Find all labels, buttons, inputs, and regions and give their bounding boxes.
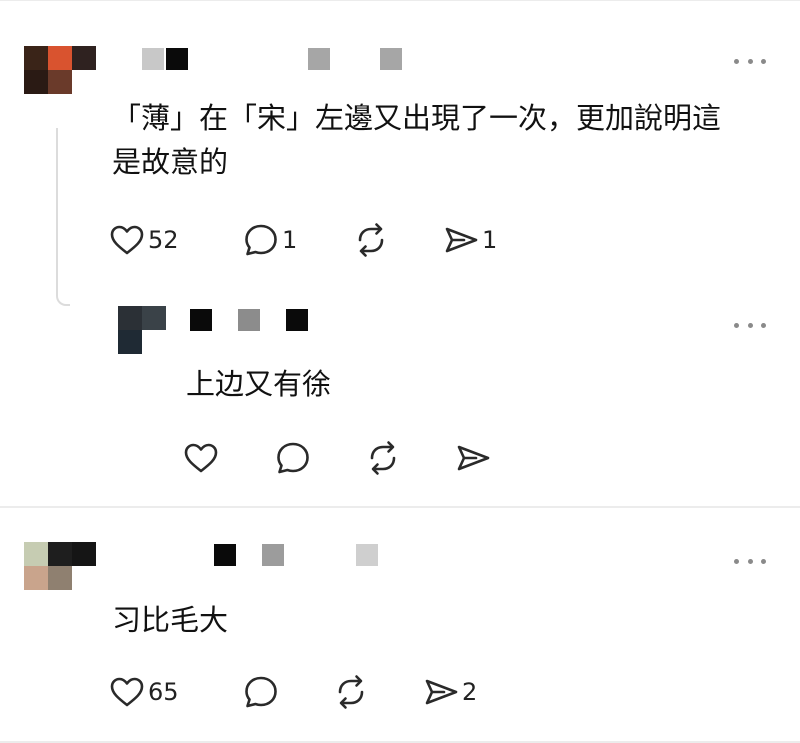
send-icon	[422, 673, 460, 711]
share-button[interactable]: 1	[442, 220, 497, 260]
send-icon	[442, 221, 480, 259]
repost-button[interactable]	[364, 438, 404, 478]
heart-icon	[108, 673, 146, 711]
more-options-button[interactable]	[734, 56, 766, 66]
avatar-pixel	[48, 542, 72, 566]
share-count: 1	[482, 226, 498, 254]
heart-icon	[182, 439, 220, 477]
username-redacted[interactable]	[380, 48, 402, 70]
top-divider	[0, 0, 800, 1]
avatar-pixel	[142, 330, 166, 354]
username-redacted[interactable]	[190, 309, 212, 331]
send-icon	[454, 439, 492, 477]
avatar-pixel	[118, 306, 142, 330]
reply-button[interactable]	[242, 672, 282, 712]
comment-text: 习比毛大	[112, 603, 229, 637]
like-count: 52	[148, 226, 179, 254]
username-redacted[interactable]	[356, 544, 378, 566]
share-button[interactable]: 2	[422, 672, 477, 712]
avatar-pixel	[24, 70, 48, 94]
comment-actions	[182, 438, 522, 478]
comment-text: 上边又有徐	[186, 367, 332, 401]
avatar-pixel	[48, 70, 72, 94]
more-options-button[interactable]	[734, 556, 766, 566]
avatar[interactable]	[24, 542, 96, 590]
comment-bubble-icon	[242, 673, 280, 711]
comment-bubble-icon	[242, 221, 280, 259]
more-dots-icon	[734, 58, 739, 64]
username-redacted[interactable]	[142, 48, 164, 70]
avatar-pixel	[24, 566, 48, 590]
avatar-pixel	[72, 542, 96, 566]
repost-icon	[352, 221, 390, 259]
thread-connector-line	[56, 128, 70, 306]
avatar[interactable]	[118, 306, 166, 354]
repost-button[interactable]	[332, 672, 372, 712]
avatar-pixel	[24, 46, 48, 70]
more-options-button[interactable]	[734, 320, 766, 330]
username-redacted[interactable]	[238, 309, 260, 331]
reply-count: 1	[282, 226, 298, 254]
avatar-pixel	[72, 46, 96, 70]
comment-actions: 65 2	[108, 672, 528, 712]
like-button[interactable]	[182, 438, 222, 478]
like-count: 65	[148, 678, 179, 706]
like-button[interactable]: 65	[108, 672, 179, 712]
avatar-pixel	[118, 330, 142, 354]
avatar-pixel	[48, 46, 72, 70]
avatar-pixel	[72, 566, 96, 590]
comment-bubble-icon	[274, 439, 312, 477]
reply-button[interactable]	[274, 438, 314, 478]
more-dots-icon	[734, 558, 739, 564]
reply-button[interactable]: 1	[242, 220, 297, 260]
repost-button[interactable]	[352, 220, 392, 260]
avatar-pixel	[24, 542, 48, 566]
comment-divider	[0, 506, 800, 508]
repost-icon	[364, 439, 402, 477]
username-redacted[interactable]	[166, 48, 188, 70]
share-button[interactable]	[454, 438, 494, 478]
avatar-pixel	[48, 566, 72, 590]
username-redacted[interactable]	[286, 309, 308, 331]
avatar-pixel	[142, 306, 166, 330]
username-redacted[interactable]	[262, 544, 284, 566]
avatar-pixel	[72, 70, 96, 94]
like-button[interactable]: 52	[108, 220, 179, 260]
username-redacted[interactable]	[214, 544, 236, 566]
username-redacted[interactable]	[308, 48, 330, 70]
avatar[interactable]	[24, 46, 96, 94]
more-dots-icon	[734, 322, 739, 328]
share-count: 2	[462, 678, 478, 706]
comment-actions: 52 1 1	[108, 220, 628, 260]
repost-icon	[332, 673, 370, 711]
comment-text: 「薄」在「宋」左邊又出現了一次，更加說明這 是故意的	[112, 101, 722, 179]
heart-icon	[108, 221, 146, 259]
